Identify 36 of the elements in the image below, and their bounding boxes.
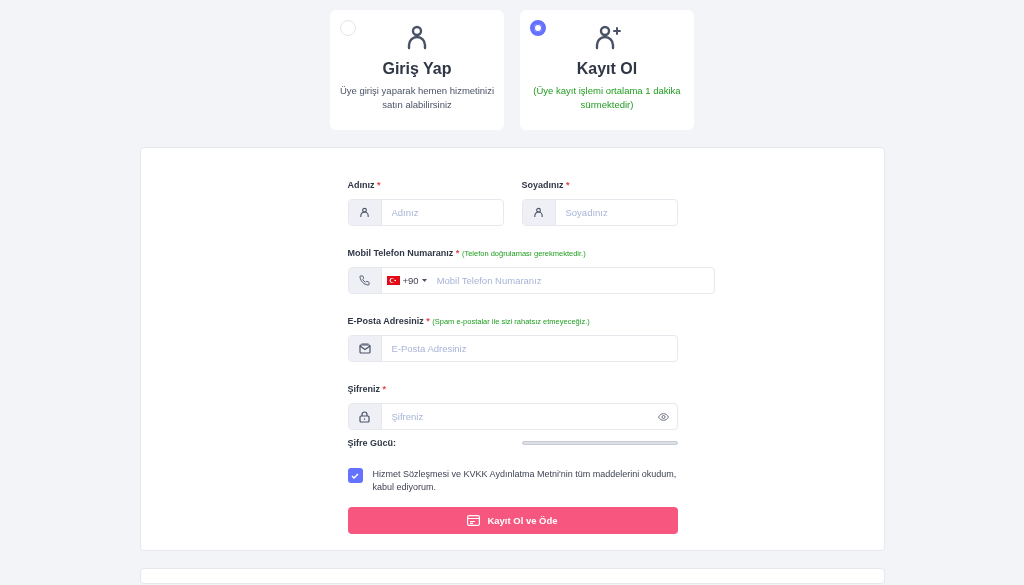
card-icon [467,515,481,526]
person-icon [533,207,544,218]
option-card[interactable]: Kayıt Ol (Üye kayıt işlemi ortalama 1 dakika sürmektedir) [520,10,694,130]
eye-icon[interactable] [657,412,669,421]
option-title: Giriş Yap [382,60,452,78]
person-icon [405,24,429,50]
option-subtitle: (Üye kayıt işlemi ortalama 1 dakika sürmektedir) [532,84,682,112]
option-subtitle: Üye girişi yaparak hemen hizmetinizi satın alabilirsiniz [338,84,496,112]
input-group[interactable]: Şifreniz [347,403,678,430]
input-group[interactable]: +90 Mobil Telefon Numaranız [347,267,715,294]
input-field[interactable]: Soyadınız [555,200,677,225]
consent-checkbox[interactable] [347,468,363,483]
strength-label: Şifre Gücü: [347,438,396,448]
input-field[interactable]: Adınız [381,200,503,225]
person-icon [359,207,370,218]
flag-icon [386,276,400,285]
lock-icon [359,410,370,423]
country-code-dropdown[interactable]: +90 [381,268,427,293]
option-card[interactable]: Giriş Yap Üye girişi yaparak hemen hizmetinizi satın alabilirsiniz [330,10,504,130]
field-label: Şifreniz * [347,384,388,394]
envelope-icon [358,343,371,354]
consent-text: Hizmet Sözleşmesi ve KVKK Aydınlatma Metni'nin tüm maddelerini okudum, kabul ediyorum. [372,468,678,494]
input-group[interactable]: E-Posta Adresiniz [347,335,678,362]
input-field[interactable]: E-Posta Adresiniz [381,336,677,361]
phone-icon [359,275,370,286]
input-field[interactable]: Şifreniz [381,404,658,429]
person-plus-icon [593,24,621,50]
option-title: Kayıt Ol [576,60,638,78]
caret-icon [421,279,427,282]
field-label: Soyadınız * [521,180,571,190]
input-field[interactable]: Mobil Telefon Numaranız [426,268,714,293]
input-group[interactable]: Adınız [347,199,504,226]
checkmark-icon [351,472,359,479]
radio-button[interactable] [530,20,546,36]
input-group[interactable]: Soyadınız [521,199,678,226]
field-label: Adınız * [347,180,382,190]
